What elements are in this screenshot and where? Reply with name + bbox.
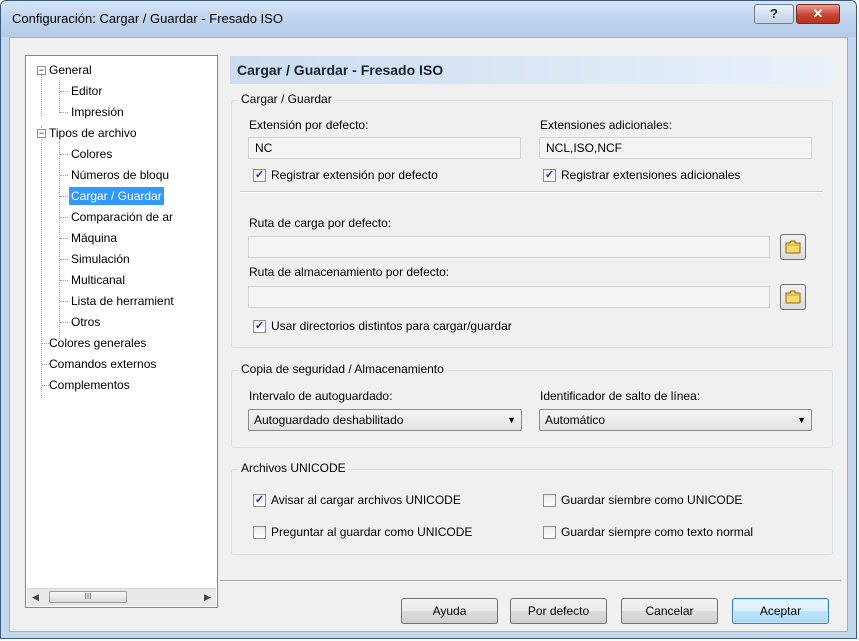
scroll-left-icon[interactable]: ◀ (27, 589, 44, 606)
tree-item-simulation[interactable]: Simulación (71, 250, 130, 268)
tree-line (59, 141, 60, 339)
tree-item-load-save[interactable]: Cargar / Guardar (69, 187, 164, 205)
tree-line (60, 196, 68, 197)
tree-item-others[interactable]: Otros (71, 313, 100, 331)
save-path-field[interactable] (248, 286, 770, 308)
cancel-button[interactable]: Cancelar (621, 598, 718, 624)
tree-line (42, 343, 49, 344)
tree-line (60, 322, 68, 323)
tree-line (42, 364, 49, 365)
tree-item-external-commands[interactable]: Comandos externos (49, 355, 156, 373)
default-ext-field[interactable]: NC (248, 137, 521, 159)
ask-save-unicode-label: Preguntar al guardar como UNICODE (271, 525, 473, 539)
tree-item-general[interactable]: General (49, 61, 92, 79)
tree-item-general-colors[interactable]: Colores generales (49, 334, 146, 352)
always-unicode-label: Guardar siembre como UNICODE (561, 493, 743, 507)
tree-line (42, 385, 49, 386)
load-path-label: Ruta de carga por defecto: (249, 216, 392, 230)
folder-icon (785, 290, 801, 304)
window-title: Configuración: Cargar / Guardar - Fresad… (12, 11, 283, 26)
tree-item-comparison[interactable]: Comparación de ar (71, 208, 173, 226)
warn-load-unicode-label: Avisar al cargar archivos UNICODE (271, 493, 461, 507)
dialog-client-area: − General Editor Impresión − Tipos de ar… (9, 37, 848, 632)
tree-line (41, 74, 42, 116)
register-extra-checkbox[interactable]: ✓ (543, 169, 556, 182)
backup-group: Copia de seguridad / Almacenamiento Inte… (231, 362, 833, 448)
tree-item-editor[interactable]: Editor (71, 82, 102, 100)
tree-item-colors[interactable]: Colores (71, 145, 112, 163)
tree-line (60, 238, 68, 239)
register-default-checkbox[interactable]: ✓ (253, 169, 266, 182)
tree-horizontal-scrollbar[interactable]: ◀ III ▶ (27, 588, 216, 606)
extra-ext-field[interactable]: NCL,ISO,NCF (539, 137, 812, 159)
load-path-field[interactable] (248, 236, 770, 258)
collapse-general-icon[interactable]: − (37, 66, 46, 75)
help-title-button[interactable]: ? (754, 4, 794, 24)
tree-item-multichannel[interactable]: Multicanal (71, 271, 125, 289)
register-default-label: Registrar extensión por defecto (271, 168, 438, 182)
tree-line (60, 217, 68, 218)
distinct-dirs-label: Usar directorios distintos para cargar/g… (271, 319, 512, 333)
tree-line (59, 78, 60, 113)
tree-line (60, 175, 68, 176)
close-button[interactable]: ✕ (796, 4, 840, 24)
panel-header: Cargar / Guardar - Fresado ISO (230, 56, 833, 84)
title-bar[interactable]: Configuración: Cargar / Guardar - Fresad… (1, 1, 856, 37)
settings-tree[interactable]: − General Editor Impresión − Tipos de ar… (25, 55, 218, 608)
linebreak-label: Identificador de salto de línea: (540, 389, 701, 403)
tree-line (60, 301, 68, 302)
browse-load-path-button[interactable] (780, 234, 806, 260)
folder-icon (785, 240, 801, 254)
register-extra-label: Registrar extensiones adicionales (561, 168, 741, 182)
accept-button[interactable]: Aceptar (732, 598, 829, 624)
autosave-label: Intervalo de autoguardado: (249, 389, 393, 403)
always-plain-text-label: Guardar siempre como texto normal (561, 525, 754, 539)
load-save-legend: Cargar / Guardar (238, 92, 335, 106)
warn-load-unicode-checkbox[interactable]: ✓ (253, 494, 266, 507)
dropdown-arrow-icon: ▼ (797, 415, 806, 425)
distinct-dirs-checkbox[interactable]: ✓ (253, 320, 266, 333)
tree-line (60, 280, 68, 281)
ask-save-unicode-checkbox[interactable] (253, 526, 266, 539)
linebreak-value: Automático (545, 413, 606, 427)
tree-item-file-types[interactable]: Tipos de archivo (49, 124, 137, 142)
scroll-thumb[interactable]: III (49, 591, 127, 603)
default-ext-label: Extensión por defecto: (249, 118, 369, 132)
autosave-value: Autoguardado deshabilitado (254, 413, 404, 427)
tree-item-block-numbers[interactable]: Números de bloqu (71, 166, 169, 184)
dropdown-arrow-icon: ▼ (507, 415, 516, 425)
tree-line (41, 126, 42, 398)
group-divider (240, 191, 823, 193)
unicode-group: Archivos UNICODE ✓ Avisar al cargar arch… (231, 461, 833, 555)
panel-title: Cargar / Guardar - Fresado ISO (237, 62, 444, 78)
extra-ext-label: Extensiones adicionales: (540, 118, 673, 132)
help-button[interactable]: Ayuda (401, 598, 498, 624)
tree-item-impresion[interactable]: Impresión (71, 103, 124, 121)
autosave-dropdown[interactable]: Autoguardado deshabilitado ▼ (248, 409, 522, 431)
unicode-legend: Archivos UNICODE (238, 461, 349, 475)
always-unicode-checkbox[interactable] (543, 494, 556, 507)
tree-line (60, 259, 68, 260)
scroll-right-icon[interactable]: ▶ (199, 589, 216, 606)
settings-dialog: Configuración: Cargar / Guardar - Fresad… (0, 0, 857, 639)
tree-line (60, 154, 68, 155)
always-plain-text-checkbox[interactable] (543, 526, 556, 539)
tree-item-plugins[interactable]: Complementos (49, 376, 130, 394)
defaults-button[interactable]: Por defecto (510, 598, 607, 624)
browse-save-path-button[interactable] (780, 284, 806, 310)
tree-item-tool-list[interactable]: Lista de herramient (71, 292, 174, 310)
tree-item-machine[interactable]: Máquina (71, 229, 117, 247)
collapse-file-types-icon[interactable]: − (37, 129, 46, 138)
backup-legend: Copia de seguridad / Almacenamiento (238, 362, 447, 376)
linebreak-dropdown[interactable]: Automático ▼ (539, 409, 812, 431)
footer-separator (220, 580, 841, 582)
tree-line (60, 112, 68, 113)
load-save-group: Cargar / Guardar Extensión por defecto: … (231, 92, 833, 348)
tree-line (60, 91, 68, 92)
save-path-label: Ruta de almacenamiento por defecto: (249, 265, 450, 279)
